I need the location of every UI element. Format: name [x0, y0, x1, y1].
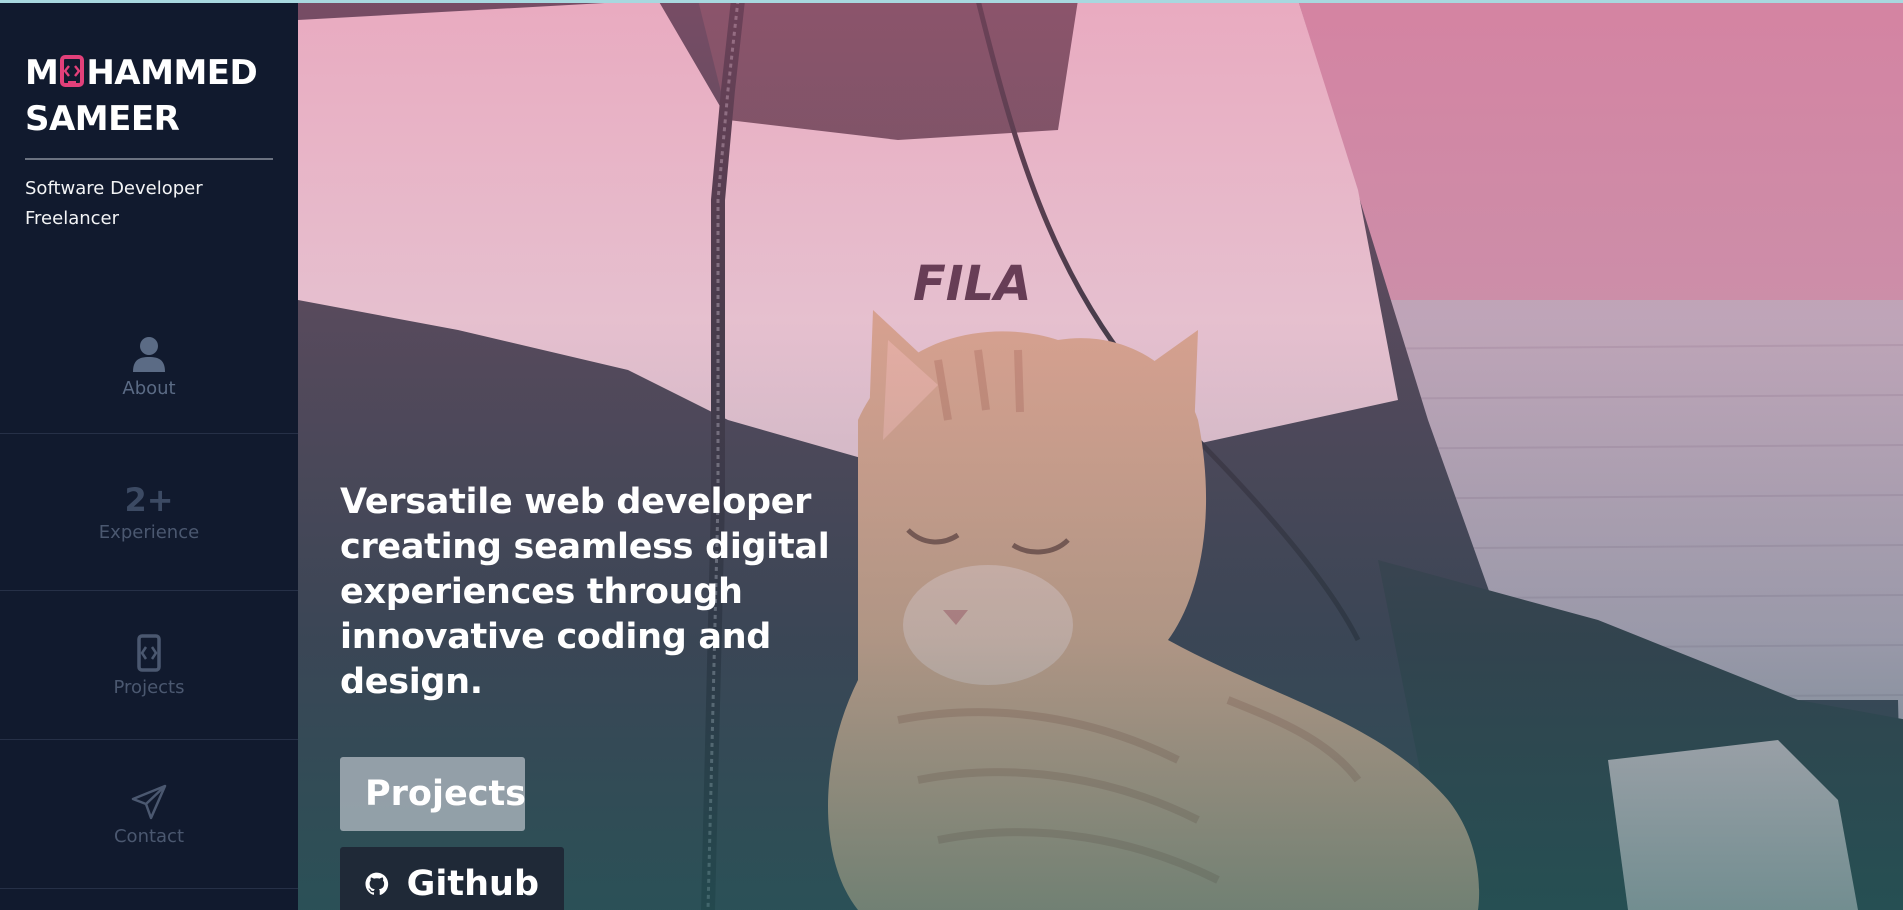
role-freelancer: Freelancer	[25, 208, 120, 229]
paper-plane-icon	[131, 784, 167, 819]
github-button[interactable]: Github	[340, 847, 564, 910]
hero-section: FILA Versatile web developer creating se…	[298, 0, 1903, 910]
brand-name-line2: SAMEER	[25, 99, 180, 139]
brand-name[interactable]: M HAMMED SAMEER	[25, 50, 274, 142]
nav-projects[interactable]: Projects	[0, 591, 298, 740]
projects-button[interactable]: Projects	[340, 757, 527, 831]
brand: M HAMMED SAMEER Software Developer Freel…	[0, 0, 298, 234]
github-icon	[365, 872, 389, 895]
sidebar-nav: About 2+ Experience Projects Contact	[0, 306, 298, 889]
code-device-icon	[137, 633, 161, 672]
svg-text:FILA: FILA	[913, 256, 1031, 312]
hero-content: Versatile web developer creating seamles…	[340, 480, 920, 910]
sidebar: M HAMMED SAMEER Software Developer Freel…	[0, 0, 298, 910]
hero-tagline: Versatile web developer creating seamles…	[340, 482, 830, 702]
nav-experience-label: Experience	[98, 521, 200, 543]
github-button-label: Github	[406, 864, 539, 904]
nav-contact[interactable]: Contact	[0, 740, 298, 889]
nav-experience[interactable]: 2+ Experience	[0, 434, 298, 591]
code-logo-icon	[60, 55, 85, 87]
projects-button-label: Projects	[365, 774, 527, 814]
brand-divider	[25, 158, 273, 160]
brand-name-end: HAMMED	[86, 53, 258, 93]
role-software-developer: Software Developer	[25, 178, 203, 199]
nav-about[interactable]: About	[0, 306, 298, 434]
nav-contact-label: Contact	[113, 825, 185, 847]
brand-name-start: M	[25, 53, 59, 93]
nav-projects-label: Projects	[113, 676, 185, 698]
brand-role: Software Developer Freelancer	[25, 174, 274, 234]
nav-about-label: About	[122, 378, 176, 399]
app: M HAMMED SAMEER Software Developer Freel…	[0, 0, 1903, 910]
top-accent-line	[0, 0, 1903, 3]
user-icon	[133, 337, 165, 372]
experience-stat: 2+	[124, 480, 174, 519]
